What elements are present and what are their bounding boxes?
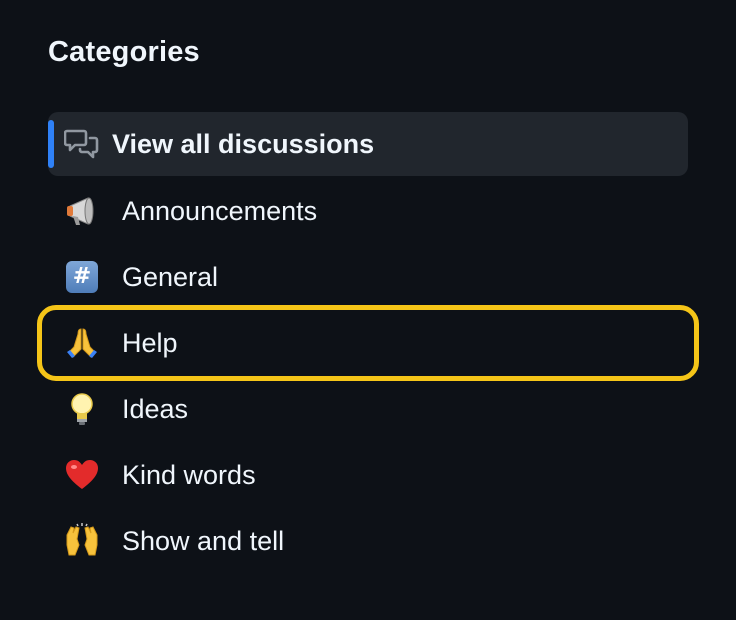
category-label: General	[122, 261, 219, 292]
category-ideas[interactable]: Ideas	[48, 376, 688, 442]
category-show-and-tell[interactable]: Show and tell	[48, 508, 688, 574]
category-label: Ideas	[122, 393, 189, 424]
raised-hands-icon	[62, 521, 102, 561]
category-label: Kind words	[122, 459, 256, 490]
category-label: Help	[122, 327, 178, 358]
category-list: View all discussions Announcements # Gen…	[37, 112, 699, 574]
megaphone-icon	[62, 191, 102, 231]
categories-panel: Categories View all discussions Announce…	[0, 0, 736, 620]
category-label: Announcements	[122, 195, 318, 226]
hash-glyph: #	[66, 261, 98, 293]
heart-icon	[62, 455, 102, 495]
folded-hands-icon	[62, 323, 102, 363]
category-view-all-discussions[interactable]: View all discussions	[48, 112, 688, 176]
category-label: View all discussions	[112, 128, 375, 159]
discussions-icon	[62, 124, 102, 164]
hash-icon: #	[62, 257, 102, 297]
categories-heading: Categories	[48, 36, 200, 68]
category-help[interactable]: Help	[37, 305, 699, 381]
category-general[interactable]: # General	[48, 244, 688, 310]
category-kind-words[interactable]: Kind words	[48, 442, 688, 508]
category-label: Show and tell	[122, 525, 285, 556]
lightbulb-icon	[62, 389, 102, 429]
category-announcements[interactable]: Announcements	[48, 178, 688, 244]
